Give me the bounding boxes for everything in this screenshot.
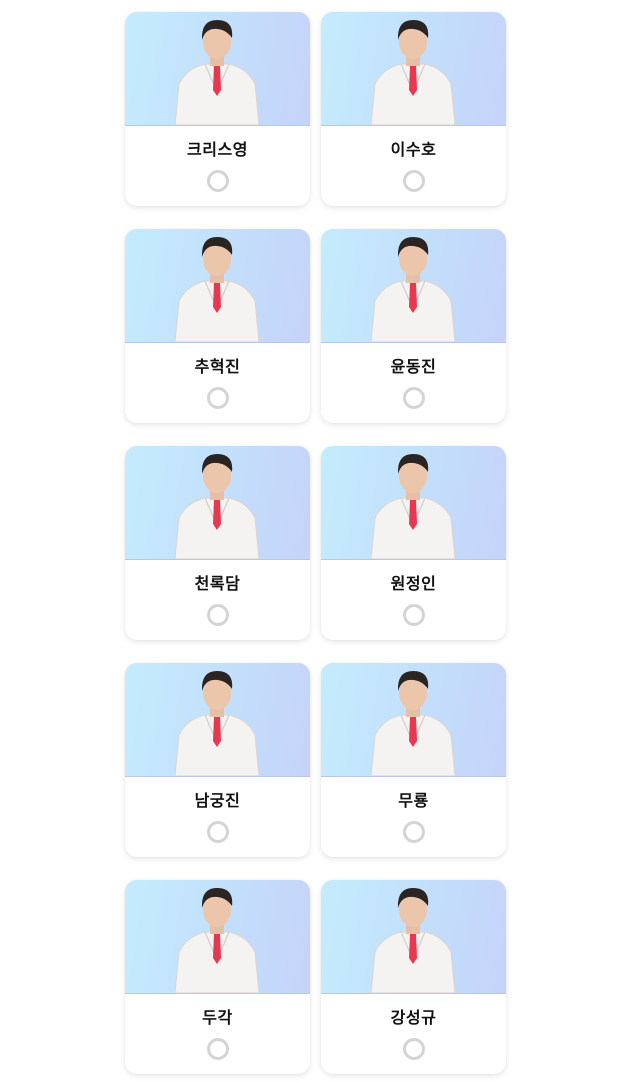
candidate-photo	[321, 880, 506, 994]
portrait-image	[174, 671, 260, 776]
candidate-photo	[321, 663, 506, 777]
vote-radio-button[interactable]	[206, 821, 229, 843]
candidate-card[interactable]: 이수호	[321, 12, 506, 206]
candidate-card[interactable]: 두각	[125, 880, 310, 1074]
portrait-image	[174, 454, 260, 559]
candidate-name: 두각	[202, 1008, 233, 1027]
vote-radio-button[interactable]	[402, 821, 425, 843]
tie-shape	[213, 934, 221, 964]
portrait-image	[174, 20, 260, 125]
candidate-photo	[125, 229, 310, 343]
candidate-photo	[125, 663, 310, 777]
candidate-card[interactable]: 크리스영	[125, 12, 310, 206]
tie-shape	[213, 66, 221, 96]
vote-radio-button[interactable]	[206, 387, 229, 409]
candidate-name: 원정인	[390, 574, 437, 593]
candidate-card[interactable]: 추혁진	[125, 229, 310, 423]
tie-shape	[409, 500, 417, 530]
candidate-card[interactable]: 강성규	[321, 880, 506, 1074]
candidate-photo	[321, 229, 506, 343]
candidate-name: 무룡	[398, 791, 429, 810]
vote-radio-button[interactable]	[206, 1038, 229, 1060]
tie-shape	[409, 717, 417, 747]
candidate-card[interactable]: 윤동진	[321, 229, 506, 423]
candidate-photo	[321, 12, 506, 126]
tie-shape	[409, 283, 417, 313]
tie-shape	[409, 934, 417, 964]
candidate-name: 윤동진	[390, 357, 437, 376]
vote-radio-button[interactable]	[206, 170, 229, 192]
candidate-name: 남궁진	[194, 791, 241, 810]
tie-shape	[213, 283, 221, 313]
candidate-name: 강성규	[390, 1008, 437, 1027]
portrait-image	[174, 237, 260, 342]
vote-radio-button[interactable]	[402, 170, 425, 192]
tie-shape	[213, 717, 221, 747]
candidate-name: 천록담	[194, 574, 241, 593]
candidate-card[interactable]: 원정인	[321, 446, 506, 640]
portrait-image	[370, 237, 456, 342]
portrait-image	[370, 454, 456, 559]
tie-shape	[213, 500, 221, 530]
vote-radio-button[interactable]	[206, 604, 229, 626]
vote-radio-button[interactable]	[402, 1038, 425, 1060]
candidate-grid: 크리스영 이수호 추혁진 윤동진 천록담 원정인 남궁진 무룡 두각 강성규	[125, 12, 506, 1074]
candidate-photo	[125, 12, 310, 126]
candidate-card[interactable]: 남궁진	[125, 663, 310, 857]
candidate-card[interactable]: 천록담	[125, 446, 310, 640]
candidate-card[interactable]: 무룡	[321, 663, 506, 857]
candidate-name: 이수호	[390, 140, 437, 159]
portrait-image	[370, 888, 456, 993]
candidate-photo	[321, 446, 506, 560]
portrait-image	[370, 20, 456, 125]
tie-shape	[409, 66, 417, 96]
vote-radio-button[interactable]	[402, 387, 425, 409]
candidate-name: 추혁진	[194, 357, 241, 376]
portrait-image	[370, 671, 456, 776]
candidate-name: 크리스영	[187, 140, 248, 159]
candidate-photo	[125, 446, 310, 560]
portrait-image	[174, 888, 260, 993]
vote-radio-button[interactable]	[402, 604, 425, 626]
candidate-photo	[125, 880, 310, 994]
